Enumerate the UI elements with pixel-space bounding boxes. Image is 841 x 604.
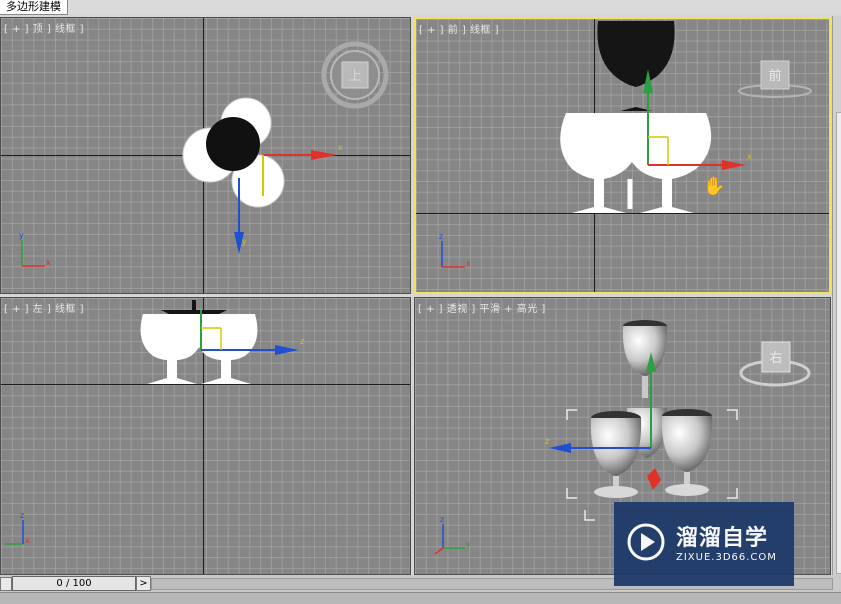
document-tab-bar: 多边形建模 [0,0,841,15]
tripod-y-label: y [466,540,471,549]
frame-ruler[interactable] [0,592,841,604]
command-panel-edge[interactable] [832,16,841,576]
command-panel-scrollbar[interactable] [836,112,841,574]
tripod-z-label: z [20,511,24,520]
viewport-left[interactable]: [ + ] 左 ] 线框 ] z z x [0,297,411,575]
glass-dark-top[interactable] [161,300,227,316]
watermark: 溜溜自学 ZIXUE.3D66.COM [614,502,794,586]
viewport-front[interactable]: [ + ] 前 ] 线框 ] 前 x ✋ z x [414,17,831,294]
document-tab[interactable]: 多边形建模 [0,0,68,15]
axis-tripod: z x [439,232,471,268]
viewcube[interactable]: 前 [738,60,812,98]
viewport-front-scene: 前 x ✋ z x [439,21,812,268]
viewport-left-scene: z z x [5,300,304,545]
watermark-title: 溜溜自学 [676,526,769,551]
time-slider[interactable]: 0 / 100 [12,576,136,591]
tripod-x-label: x [466,259,471,268]
viewcube-face-label: 右 [769,351,782,366]
axis-tripod: z x [5,511,30,545]
glasses-top-view[interactable] [182,97,285,208]
gizmo-x-label: x [338,143,343,152]
axis-tripod: y x [19,231,51,267]
gizmo-x-label: x [747,152,752,161]
play-logo-icon [627,523,665,561]
tripod-y-label: y [19,231,24,240]
timeline-left-button[interactable] [0,577,12,591]
hand-pan-cursor-icon: ✋ [703,175,725,197]
tripod-x-label: x [25,536,30,545]
viewcube[interactable]: 右 [739,341,811,387]
viewcube-face-label: 前 [768,68,781,84]
watermark-subtitle: ZIXUE.3D66.COM [676,552,777,563]
viewcube-face-label: 上 [348,69,361,84]
viewport-top-scene: 上 x y y x [19,41,389,267]
viewcube[interactable]: 上 [321,41,389,109]
glass-dark-top[interactable] [597,21,675,111]
gizmo-z-label: z [300,337,304,346]
tripod-z-label: z [440,515,444,524]
gizmo-z-label: z [545,437,549,446]
next-frame-button[interactable]: > [136,576,151,591]
tripod-x-label: x [46,258,51,267]
viewport-top[interactable]: [ + ] 顶 ] 线框 ] 上 x y y x [0,17,411,294]
axis-tripod: z y [434,515,471,555]
tripod-z-label: z [439,232,443,241]
glasses-front-view[interactable] [560,113,712,213]
gizmo-y-label: y [242,237,247,246]
